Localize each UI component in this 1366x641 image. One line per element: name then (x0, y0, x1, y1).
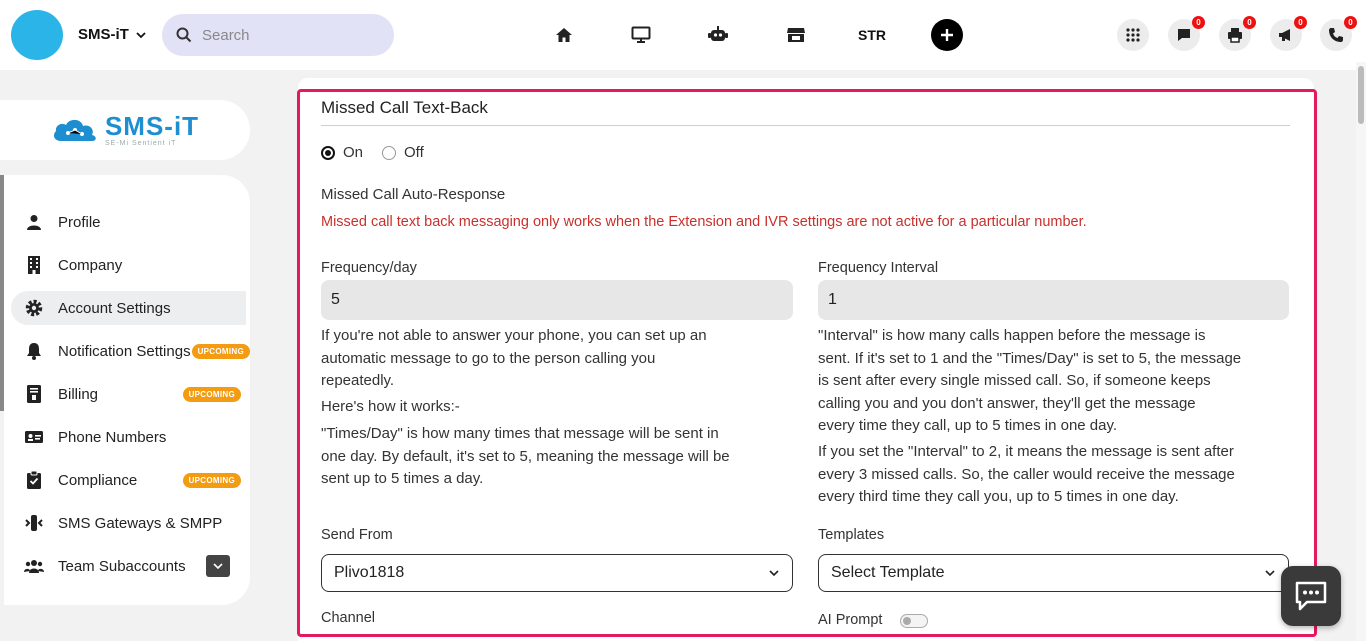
frequency-interval-label: Frequency Interval (818, 260, 939, 276)
building-icon (24, 255, 44, 275)
ai-prompt-toggle[interactable] (900, 614, 928, 628)
store-icon[interactable] (786, 25, 806, 45)
templates-select[interactable]: Select Template (818, 554, 1289, 592)
avatar[interactable] (11, 10, 63, 60)
plus-icon (941, 29, 953, 41)
send-from-value: Plivo1818 (334, 564, 405, 581)
radio-off[interactable]: Off (382, 144, 424, 161)
megaphone-icon (1279, 29, 1290, 41)
warning-text: Missed call text back messaging only wor… (321, 214, 1087, 230)
send-from-select[interactable]: Plivo1818 (321, 554, 793, 592)
home-icon[interactable] (554, 25, 574, 45)
calls-badge: 0 (1344, 16, 1357, 29)
search-input[interactable] (202, 26, 372, 44)
upcoming-badge: UPCOMING (182, 386, 241, 402)
sidebar-item-label: Phone Numbers (58, 428, 167, 446)
messages-button[interactable]: 0 (1168, 16, 1205, 51)
sidebar-item-label: Billing (58, 385, 99, 403)
sidebar-item-company[interactable]: Company (11, 248, 246, 282)
sidebar-item-billing[interactable]: Billing UPCOMING (11, 377, 246, 411)
chevron-down-icon (213, 563, 223, 570)
bell-icon (24, 341, 44, 361)
templates-value: Select Template (831, 564, 945, 581)
clipboard-icon (24, 470, 44, 490)
phone-icon (1329, 28, 1343, 42)
auto-response-label: Missed Call Auto-Response (321, 186, 506, 203)
upcoming-badge: UPCOMING (191, 343, 250, 359)
invoice-icon (24, 384, 44, 404)
sidebar-item-label: Account Settings (58, 299, 171, 317)
radio-on-circle[interactable] (321, 145, 335, 160)
sidebar-item-label: Team Subaccounts (58, 557, 186, 575)
gateway-icon (24, 513, 44, 533)
chevron-down-icon (769, 570, 779, 577)
desktop-icon[interactable] (631, 25, 651, 45)
how-it-works-text: Here's how it works:- (321, 398, 460, 415)
section-divider (321, 125, 1290, 126)
logo-subtext: SE-Mi Sentient iT (104, 140, 177, 147)
frequency-day-input[interactable]: 5 (321, 280, 793, 320)
grid-icon (1126, 28, 1140, 42)
top-bar: SMS-iT STR 0 0 0 0 (0, 0, 1366, 70)
team-icon (24, 556, 44, 576)
radio-on[interactable]: On (321, 144, 363, 161)
sidebar-item-label: Compliance (58, 471, 138, 489)
sidebar-item-notification-settings[interactable]: Notification Settings UPCOMING (11, 334, 250, 368)
frequency-interval-input[interactable]: 1 (818, 280, 1289, 320)
chevron-down-icon (136, 31, 146, 38)
robot-icon[interactable] (708, 25, 728, 45)
calls-button[interactable]: 0 (1320, 16, 1357, 51)
cloud-logo-icon (53, 119, 96, 141)
sidebar-item-profile[interactable]: Profile (11, 205, 246, 239)
sidebar-item-phone-numbers[interactable]: Phone Numbers (11, 420, 246, 454)
radio-on-label: On (343, 144, 364, 161)
gear-icon (24, 298, 44, 318)
announcements-button[interactable]: 0 (1270, 16, 1307, 51)
search-box[interactable] (162, 14, 394, 56)
radio-off-circle[interactable] (382, 145, 396, 160)
scrollbar-thumb[interactable] (1358, 66, 1364, 124)
radio-off-label: Off (404, 144, 424, 161)
sidebar-item-account-settings[interactable]: Account Settings (11, 291, 246, 325)
sidebar-item-label: Profile (58, 213, 101, 231)
person-icon (24, 212, 44, 232)
messages-badge: 0 (1192, 16, 1205, 29)
sidebar-item-sms-gateways[interactable]: SMS Gateways & SMPP (11, 506, 246, 540)
section-title: Missed Call Text-Back (321, 98, 488, 117)
apps-grid-button[interactable] (1117, 19, 1149, 51)
logo-text: SMS-iT (104, 111, 200, 141)
id-card-icon (24, 427, 44, 447)
add-button[interactable] (931, 19, 963, 51)
templates-label: Templates (818, 527, 885, 543)
print-badge: 0 (1243, 16, 1256, 29)
page-scrollbar[interactable] (1356, 62, 1366, 641)
brand-name: SMS-iT (78, 26, 129, 43)
frequency-day-label: Frequency/day (321, 260, 417, 276)
print-button[interactable]: 0 (1219, 16, 1256, 51)
chat-bubble-icon (1295, 581, 1327, 611)
ai-prompt-label: AI Prompt (818, 612, 883, 628)
right-help-text: "Interval" is how many calls happen befo… (818, 327, 1242, 434)
sidebar-item-label: Company (58, 256, 123, 274)
chat-icon (1178, 29, 1190, 41)
support-chat-button[interactable] (1281, 566, 1341, 626)
left-help-text-2: "Times/Day" is how many times that messa… (321, 425, 730, 487)
sidebar-logo[interactable]: SMS-iT SE-Mi Sentient iT (0, 100, 250, 160)
sidebar-item-label: Notification Settings (58, 342, 191, 360)
channel-label: Channel (321, 610, 376, 626)
printer-icon (1228, 28, 1242, 43)
search-icon (176, 27, 192, 43)
announcements-badge: 0 (1294, 16, 1307, 29)
left-help-text: If you're not able to answer your phone,… (321, 327, 707, 389)
account-switcher[interactable]: SMS-iT (78, 26, 147, 43)
chevron-down-icon (1265, 570, 1275, 577)
collapse-sidebar-button[interactable] (206, 555, 230, 577)
right-help-text-2: If you set the "Interval" to 2, it means… (818, 443, 1235, 505)
send-from-label: Send From (321, 527, 393, 543)
str-link[interactable]: STR (858, 27, 886, 43)
sidebar-item-compliance[interactable]: Compliance UPCOMING (11, 463, 246, 497)
upcoming-badge: UPCOMING (182, 472, 241, 488)
sidebar-item-label: SMS Gateways & SMPP (58, 514, 223, 532)
